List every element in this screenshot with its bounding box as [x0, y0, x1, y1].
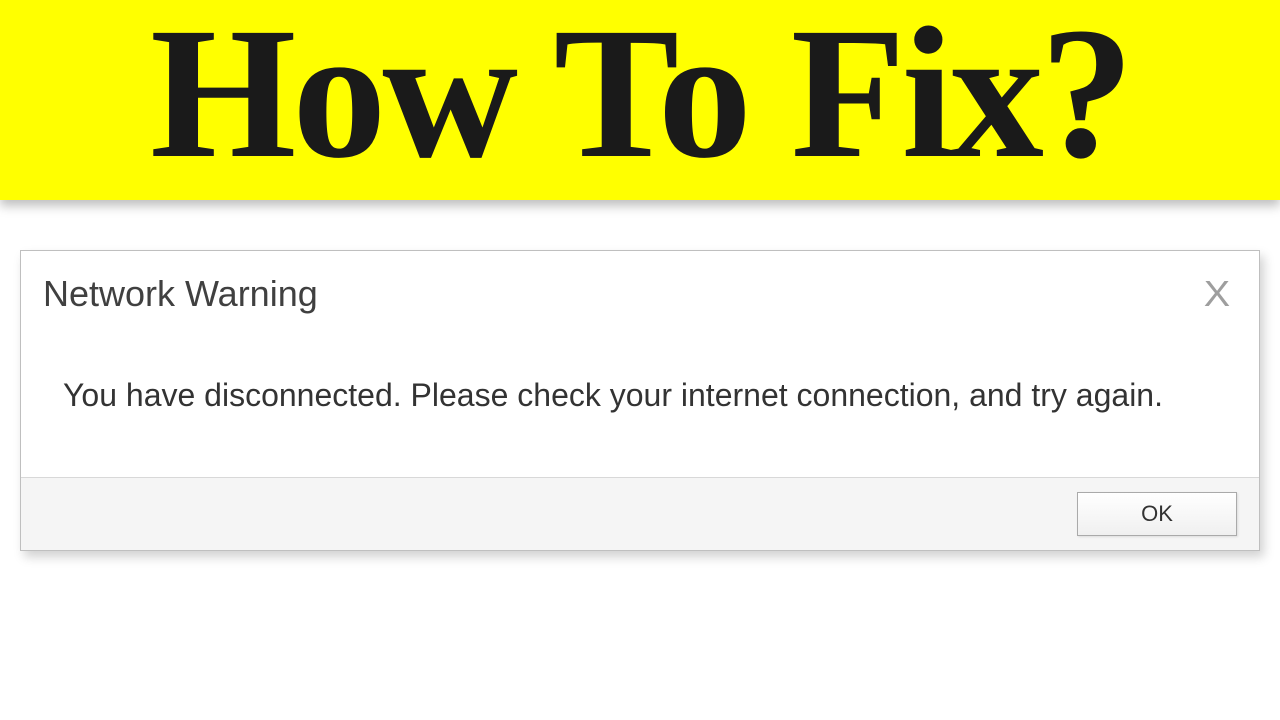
close-icon[interactable]: X: [1195, 273, 1239, 315]
title-banner: How To Fix?: [0, 0, 1280, 200]
dialog-footer: OK: [21, 477, 1259, 550]
network-warning-dialog: Network Warning X You have disconnected.…: [20, 250, 1260, 551]
dialog-message: You have disconnected. Please check your…: [63, 375, 1217, 417]
ok-button[interactable]: OK: [1077, 492, 1237, 536]
dialog-body: You have disconnected. Please check your…: [43, 315, 1237, 477]
dialog-header: Network Warning X: [43, 273, 1237, 315]
dialog-title: Network Warning: [43, 273, 318, 315]
dialog-container: Network Warning X You have disconnected.…: [0, 200, 1280, 551]
banner-text: How To Fix?: [150, 0, 1130, 187]
